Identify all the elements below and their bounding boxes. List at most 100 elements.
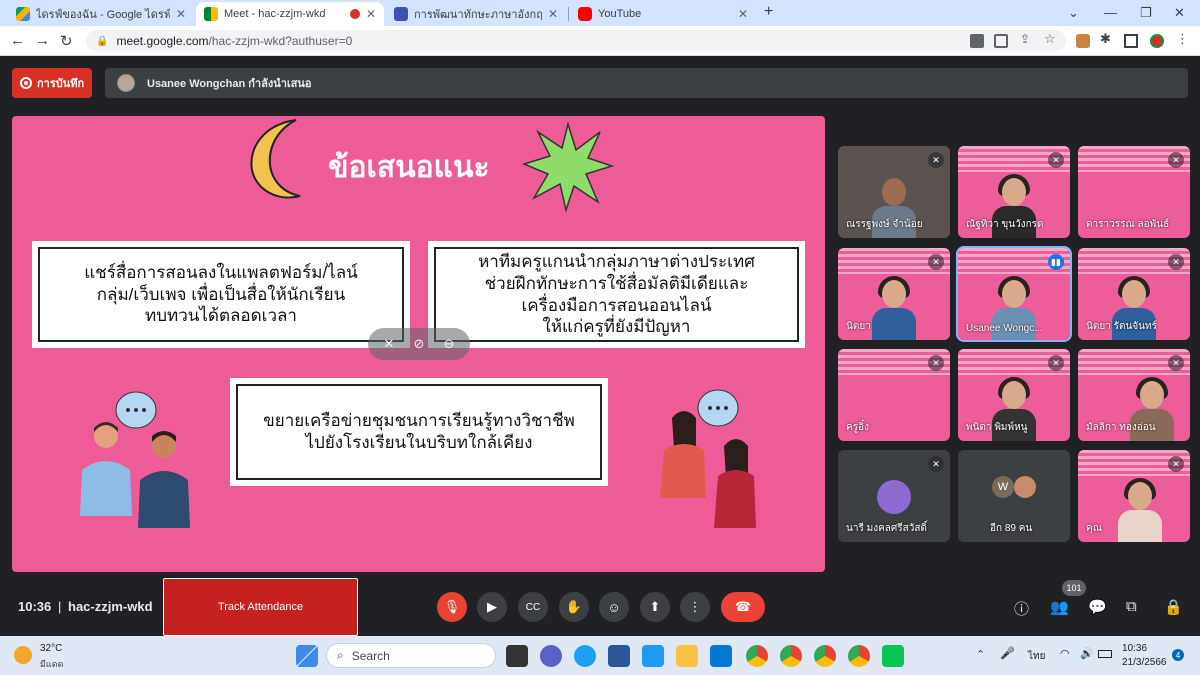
translate-icon[interactable]	[994, 34, 1008, 48]
participant-tile[interactable]: ▮▮ Usanee Wongc...	[956, 246, 1072, 342]
chat-icon[interactable]: 💬	[1088, 598, 1107, 616]
google-drive-icon	[16, 7, 30, 21]
word-icon[interactable]	[608, 645, 630, 667]
back-icon[interactable]: ←	[10, 32, 25, 49]
clock-time[interactable]: 10:36	[1122, 643, 1147, 654]
forward-icon[interactable]: →	[35, 32, 50, 49]
participant-tile[interactable]: ✕ พนิดา พิมพ์หนู	[958, 349, 1070, 441]
close-icon[interactable]: ✕	[548, 7, 558, 21]
chrome-profile-icon[interactable]	[814, 645, 836, 667]
edge-icon[interactable]	[574, 645, 596, 667]
meeting-code: hac-zzjm-wkd	[68, 599, 153, 614]
camera-icon[interactable]: ▶	[477, 592, 507, 622]
host-controls-icon[interactable]: 🔒	[1164, 598, 1183, 616]
emoji-icon[interactable]: ☺	[599, 592, 629, 622]
menu-dots-icon[interactable]: ⋮	[1176, 31, 1190, 46]
participant-tile[interactable]: ✕ ครูอิ๋ง	[838, 349, 950, 441]
input-language[interactable]: ไทย	[1028, 649, 1045, 664]
presentation-controls: ✕ ⊘ ⊖	[368, 328, 470, 360]
share-icon[interactable]: ⇪	[1020, 32, 1034, 46]
bookmark-star-icon[interactable]: ☆	[1044, 31, 1058, 46]
extension-icon[interactable]	[1076, 34, 1090, 48]
microphone-icon[interactable]: 🎤	[1000, 646, 1015, 660]
suggestion-text-1: แชร์สื่อการสอนลงในแพลตฟอร์ม/ไลน์ กลุ่ม/เ…	[38, 247, 404, 342]
camera-blocked-icon[interactable]	[970, 34, 984, 48]
close-icon[interactable]: ✕	[366, 7, 376, 21]
reload-icon[interactable]: ↻	[60, 32, 73, 50]
file-explorer-icon[interactable]	[676, 645, 698, 667]
mail-icon[interactable]	[710, 645, 732, 667]
raise-hand-icon[interactable]: ✋	[559, 592, 589, 622]
browser-tab-strip: ไดรฟ์ของฉัน - Google ไดรฟ์ ✕ Meet - hac-…	[0, 0, 1200, 26]
self-view-tile[interactable]: ✕ คุณ	[1078, 450, 1190, 542]
avatar	[877, 480, 911, 514]
participant-tile[interactable]: ✕ ณัฐทิวา ขุนวังกรด	[958, 146, 1070, 238]
mic-off-icon: ✕	[928, 152, 944, 168]
chrome-icon[interactable]	[746, 645, 768, 667]
moon-icon	[250, 119, 301, 199]
present-screen-icon[interactable]: ⬆	[640, 592, 670, 622]
recording-button[interactable]: การบันทึก	[12, 68, 92, 98]
participant-name: Usanee Wongc...	[966, 323, 1043, 334]
weather-icon[interactable]	[14, 646, 32, 664]
tab-meet[interactable]: Meet - hac-zzjm-wkd ✕	[196, 2, 384, 26]
profile-avatar[interactable]	[1150, 34, 1164, 48]
women-talking-illustration	[660, 389, 756, 528]
close-icon[interactable]: ✕	[176, 7, 186, 21]
participant-tile[interactable]: ✕ มัลลิกา ทองอ่อน	[1078, 349, 1190, 441]
tab-search-icon[interactable]: ⌄	[1068, 5, 1079, 21]
search-label: Search	[351, 648, 390, 663]
volume-icon[interactable]: 🔊	[1080, 647, 1094, 660]
task-view-icon[interactable]	[506, 645, 528, 667]
more-options-icon[interactable]: ⋮	[680, 592, 710, 622]
mute-off-icon[interactable]: ⊘	[414, 336, 425, 352]
wifi-icon[interactable]: ◠	[1060, 647, 1070, 660]
tab-google-drive[interactable]: ไดรฟ์ของฉัน - Google ไดรฟ์ ✕	[8, 2, 194, 26]
chrome-profile-icon[interactable]	[848, 645, 870, 667]
track-attendance-button[interactable]: Track Attendance	[163, 578, 358, 636]
participant-tile[interactable]: ✕ นิตยา	[838, 248, 950, 340]
line-icon[interactable]	[882, 645, 904, 667]
participant-tile[interactable]: ✕ นารี มงคลศรีสวัสดิ์	[838, 450, 950, 542]
teams-chat-icon[interactable]	[540, 645, 562, 667]
tab-youtube[interactable]: YouTube ✕	[570, 2, 756, 26]
minimize-icon[interactable]: —	[1104, 5, 1117, 20]
captions-icon[interactable]: CC	[518, 592, 548, 622]
battery-icon[interactable]	[1098, 650, 1112, 658]
notification-badge[interactable]: 4	[1172, 649, 1184, 661]
participant-tile[interactable]: ✕ ดาราวรรณ ลอพันธ์	[1078, 146, 1190, 238]
chrome-profile-icon[interactable]	[780, 645, 802, 667]
pin-off-icon[interactable]: ✕	[384, 336, 395, 352]
restore-icon[interactable]: ❐	[1140, 5, 1152, 21]
mic-off-icon: ✕	[928, 355, 944, 371]
clock-date[interactable]: 21/3/2566	[1122, 657, 1167, 668]
activities-icon[interactable]: ⧉	[1126, 598, 1137, 615]
new-tab-button[interactable]: +	[764, 3, 773, 21]
puzzle-icon[interactable]: ✱	[1100, 31, 1114, 46]
avatar: W	[992, 476, 1014, 498]
meeting-info-icon[interactable]: ⓘ	[1014, 598, 1029, 619]
remove-icon[interactable]: ⊖	[444, 336, 455, 352]
close-icon[interactable]: ✕	[738, 7, 748, 21]
mic-off-icon[interactable]: 🎙	[437, 592, 467, 622]
more-participants-tile[interactable]: W อีก 89 คน	[958, 450, 1070, 542]
address-bar[interactable]: 🔒 meet.google.com/hac-zzjm-wkd?authuser=…	[86, 30, 1066, 52]
participant-name: นารี มงคลศรีสวัสดิ์	[846, 523, 927, 534]
meet-control-bar: 10:36 | hac-zzjm-wkd Track Attendance 🎙 …	[0, 578, 1200, 636]
side-panel-icon[interactable]	[1124, 34, 1138, 48]
mic-off-icon: ✕	[1168, 152, 1184, 168]
star-burst-icon	[522, 122, 614, 212]
participant-video	[1118, 478, 1162, 542]
people-icon[interactable]: 👥	[1050, 598, 1069, 616]
taskbar-search[interactable]: ⌕ Search	[326, 643, 496, 668]
tab-english-skills[interactable]: การพัฒนาทักษะภาษาอังกฤษ English ✕	[386, 2, 566, 26]
window-close-icon[interactable]: ✕	[1174, 5, 1185, 21]
participant-tile[interactable]: ✕ ณรรฐพงษ์ จำน้อย	[838, 146, 950, 238]
leave-call-icon[interactable]: ☎	[721, 592, 765, 622]
participant-tile[interactable]: ✕ นิตยา รัตนจันทร์	[1078, 248, 1190, 340]
forms-icon	[394, 7, 408, 21]
windows-start-icon[interactable]	[296, 645, 318, 667]
l-app-icon[interactable]	[642, 645, 664, 667]
presenter-banner[interactable]: Usanee Wongchan กำลังนำเสนอ	[105, 68, 1188, 98]
chevron-up-icon[interactable]: ⌃	[976, 648, 985, 661]
